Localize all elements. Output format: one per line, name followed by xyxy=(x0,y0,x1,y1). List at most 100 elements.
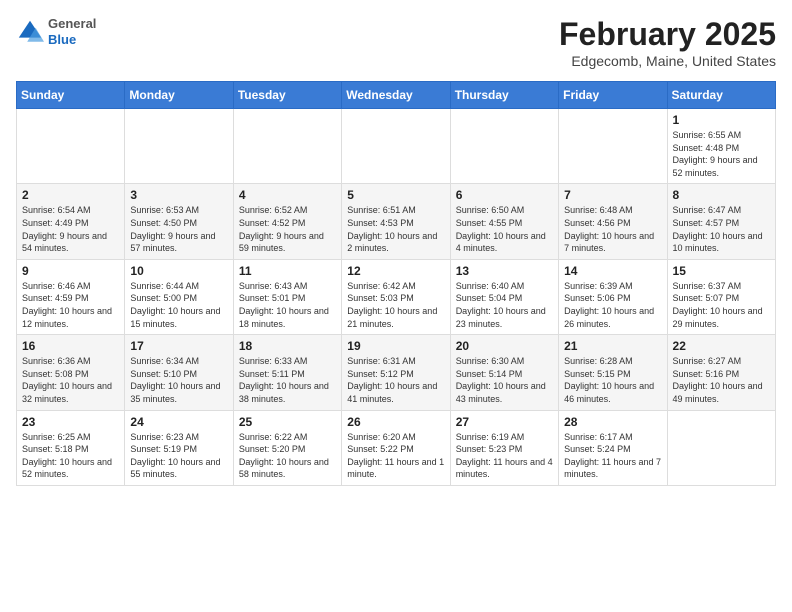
day-info: Sunrise: 6:50 AM Sunset: 4:55 PM Dayligh… xyxy=(456,204,553,254)
week-row-5: 23Sunrise: 6:25 AM Sunset: 5:18 PM Dayli… xyxy=(17,410,776,485)
day-info: Sunrise: 6:48 AM Sunset: 4:56 PM Dayligh… xyxy=(564,204,661,254)
calendar-cell: 14Sunrise: 6:39 AM Sunset: 5:06 PM Dayli… xyxy=(559,259,667,334)
day-number: 11 xyxy=(239,264,336,278)
calendar-cell xyxy=(233,109,341,184)
day-number: 17 xyxy=(130,339,227,353)
day-number: 12 xyxy=(347,264,444,278)
calendar-cell: 18 Sunrise: 6:33 AM Sunset: 5:11 PM Dayli… xyxy=(233,335,341,410)
day-info: Sunrise: 6:37 AM Sunset: 5:07 PM Dayligh… xyxy=(673,280,770,330)
day-info: Sunrise: 6:31 AM Sunset: 5:12 PM Dayligh… xyxy=(347,355,444,405)
calendar-cell: 16 Sunrise: 6:36 AM Sunset: 5:08 PM Dayli… xyxy=(17,335,125,410)
calendar-cell: 11 Sunrise: 6:43 AM Sunset: 5:01 PM Dayli… xyxy=(233,259,341,334)
day-info: Sunrise: 6:53 AM Sunset: 4:50 PM Dayligh… xyxy=(130,204,227,254)
day-number: 21 xyxy=(564,339,661,353)
day-info: Sunrise: 6:23 AM Sunset: 5:19 PM Dayligh… xyxy=(130,431,227,481)
day-info: Sunrise: 6:17 AM Sunset: 5:24 PM Dayligh… xyxy=(564,431,661,481)
day-info: Sunrise: 6:55 AM Sunset: 4:48 PM Dayligh… xyxy=(673,129,770,179)
day-number: 6 xyxy=(456,188,553,202)
day-number: 5 xyxy=(347,188,444,202)
calendar-cell: 1 Sunrise: 6:55 AM Sunset: 4:48 PM Daylig… xyxy=(667,109,775,184)
day-info: Sunrise: 6:34 AM Sunset: 5:10 PM Dayligh… xyxy=(130,355,227,405)
calendar-cell: 25 Sunrise: 6:22 AM Sunset: 5:20 PM Dayli… xyxy=(233,410,341,485)
title-section: February 2025 Edgecomb, Maine, United St… xyxy=(559,16,776,69)
calendar-cell: 19 Sunrise: 6:31 AM Sunset: 5:12 PM Dayli… xyxy=(342,335,450,410)
day-number: 15 xyxy=(673,264,770,278)
day-number: 3 xyxy=(130,188,227,202)
logo-general: General xyxy=(48,16,96,32)
day-info: Sunrise: 6:36 AM Sunset: 5:08 PM Dayligh… xyxy=(22,355,119,405)
calendar-cell: 28 Sunrise: 6:17 AM Sunset: 5:24 PM Dayli… xyxy=(559,410,667,485)
calendar-cell: 22 Sunrise: 6:27 AM Sunset: 5:16 PM Dayli… xyxy=(667,335,775,410)
day-number: 13 xyxy=(456,264,553,278)
day-number: 7 xyxy=(564,188,661,202)
weekday-header-wednesday: Wednesday xyxy=(342,82,450,109)
calendar-cell: 24 Sunrise: 6:23 AM Sunset: 5:19 PM Dayli… xyxy=(125,410,233,485)
weekday-header-friday: Friday xyxy=(559,82,667,109)
day-number: 23 xyxy=(22,415,119,429)
day-info: Sunrise: 6:28 AM Sunset: 5:15 PM Dayligh… xyxy=(564,355,661,405)
calendar-cell: 7 Sunrise: 6:48 AM Sunset: 4:56 PM Daylig… xyxy=(559,184,667,259)
day-info: Sunrise: 6:40 AM Sunset: 5:04 PM Dayligh… xyxy=(456,280,553,330)
day-number: 10 xyxy=(130,264,227,278)
calendar-subtitle: Edgecomb, Maine, United States xyxy=(559,53,776,69)
day-info: Sunrise: 6:20 AM Sunset: 5:22 PM Dayligh… xyxy=(347,431,444,481)
day-number: 16 xyxy=(22,339,119,353)
day-number: 1 xyxy=(673,113,770,127)
day-info: Sunrise: 6:51 AM Sunset: 4:53 PM Dayligh… xyxy=(347,204,444,254)
day-number: 8 xyxy=(673,188,770,202)
day-number: 9 xyxy=(22,264,119,278)
calendar-cell: 23Sunrise: 6:25 AM Sunset: 5:18 PM Dayli… xyxy=(17,410,125,485)
calendar-table: SundayMondayTuesdayWednesdayThursdayFrid… xyxy=(16,81,776,486)
calendar-cell: 13 Sunrise: 6:40 AM Sunset: 5:04 PM Dayli… xyxy=(450,259,558,334)
day-info: Sunrise: 6:47 AM Sunset: 4:57 PM Dayligh… xyxy=(673,204,770,254)
calendar-cell: 12Sunrise: 6:42 AM Sunset: 5:03 PM Dayli… xyxy=(342,259,450,334)
calendar-header: SundayMondayTuesdayWednesdayThursdayFrid… xyxy=(17,82,776,109)
day-number: 24 xyxy=(130,415,227,429)
calendar-cell xyxy=(342,109,450,184)
calendar-cell: 26Sunrise: 6:20 AM Sunset: 5:22 PM Dayli… xyxy=(342,410,450,485)
page-header: General Blue February 2025 Edgecomb, Mai… xyxy=(16,16,776,69)
calendar-cell xyxy=(17,109,125,184)
weekday-header-tuesday: Tuesday xyxy=(233,82,341,109)
calendar-cell xyxy=(450,109,558,184)
calendar-cell: 27Sunrise: 6:19 AM Sunset: 5:23 PM Dayli… xyxy=(450,410,558,485)
day-number: 22 xyxy=(673,339,770,353)
weekday-row: SundayMondayTuesdayWednesdayThursdayFrid… xyxy=(17,82,776,109)
calendar-cell xyxy=(125,109,233,184)
week-row-4: 16 Sunrise: 6:36 AM Sunset: 5:08 PM Dayli… xyxy=(17,335,776,410)
day-number: 2 xyxy=(22,188,119,202)
day-number: 18 xyxy=(239,339,336,353)
calendar-cell: 3 Sunrise: 6:53 AM Sunset: 4:50 PM Daylig… xyxy=(125,184,233,259)
day-number: 25 xyxy=(239,415,336,429)
day-info: Sunrise: 6:52 AM Sunset: 4:52 PM Dayligh… xyxy=(239,204,336,254)
day-info: Sunrise: 6:54 AM Sunset: 4:49 PM Dayligh… xyxy=(22,204,119,254)
calendar-cell: 8 Sunrise: 6:47 AM Sunset: 4:57 PM Daylig… xyxy=(667,184,775,259)
weekday-header-thursday: Thursday xyxy=(450,82,558,109)
day-info: Sunrise: 6:44 AM Sunset: 5:00 PM Dayligh… xyxy=(130,280,227,330)
calendar-cell: 15 Sunrise: 6:37 AM Sunset: 5:07 PM Dayli… xyxy=(667,259,775,334)
weekday-header-sunday: Sunday xyxy=(17,82,125,109)
calendar-cell xyxy=(667,410,775,485)
day-info: Sunrise: 6:30 AM Sunset: 5:14 PM Dayligh… xyxy=(456,355,553,405)
calendar-title: February 2025 xyxy=(559,16,776,53)
day-info: Sunrise: 6:22 AM Sunset: 5:20 PM Dayligh… xyxy=(239,431,336,481)
calendar-cell: 17 Sunrise: 6:34 AM Sunset: 5:10 PM Dayli… xyxy=(125,335,233,410)
day-info: Sunrise: 6:33 AM Sunset: 5:11 PM Dayligh… xyxy=(239,355,336,405)
day-number: 20 xyxy=(456,339,553,353)
weekday-header-monday: Monday xyxy=(125,82,233,109)
calendar-cell: 10 Sunrise: 6:44 AM Sunset: 5:00 PM Dayli… xyxy=(125,259,233,334)
calendar-cell: 20 Sunrise: 6:30 AM Sunset: 5:14 PM Dayli… xyxy=(450,335,558,410)
weekday-header-saturday: Saturday xyxy=(667,82,775,109)
day-info: Sunrise: 6:27 AM Sunset: 5:16 PM Dayligh… xyxy=(673,355,770,405)
day-number: 14 xyxy=(564,264,661,278)
calendar-cell: 2 Sunrise: 6:54 AM Sunset: 4:49 PM Daylig… xyxy=(17,184,125,259)
calendar-cell xyxy=(559,109,667,184)
week-row-3: 9Sunrise: 6:46 AM Sunset: 4:59 PM Daylig… xyxy=(17,259,776,334)
logo-text: General Blue xyxy=(48,16,96,47)
day-number: 28 xyxy=(564,415,661,429)
calendar-cell: 6 Sunrise: 6:50 AM Sunset: 4:55 PM Daylig… xyxy=(450,184,558,259)
day-info: Sunrise: 6:19 AM Sunset: 5:23 PM Dayligh… xyxy=(456,431,553,481)
day-number: 19 xyxy=(347,339,444,353)
day-info: Sunrise: 6:43 AM Sunset: 5:01 PM Dayligh… xyxy=(239,280,336,330)
week-row-1: 1 Sunrise: 6:55 AM Sunset: 4:48 PM Daylig… xyxy=(17,109,776,184)
